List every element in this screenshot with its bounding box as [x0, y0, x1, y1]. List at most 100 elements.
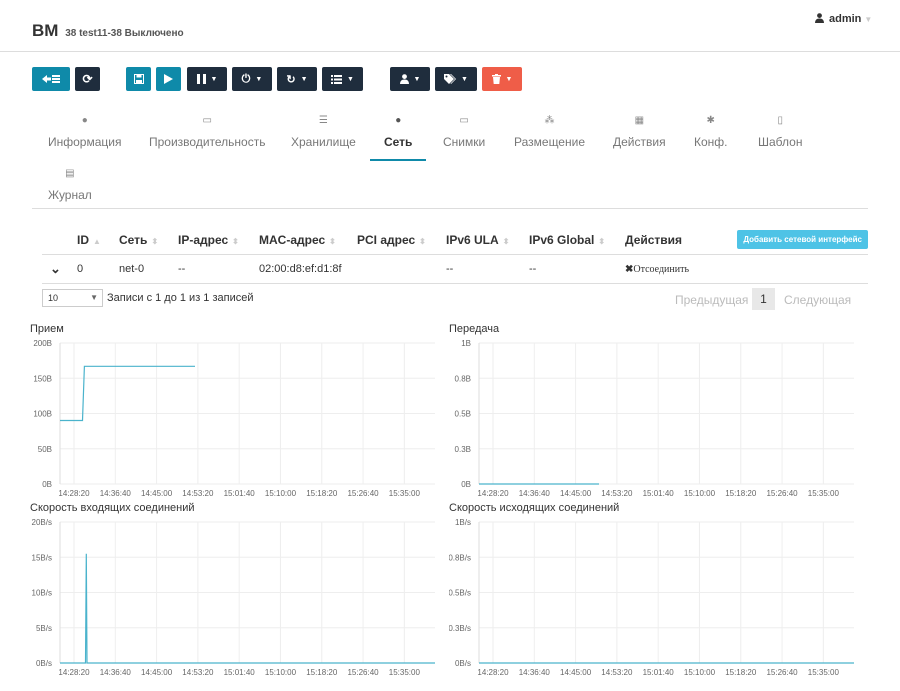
tab-label: Журнал [48, 188, 92, 202]
tab-label: Размещение [514, 135, 585, 149]
x-tick-label: 15:35:00 [389, 489, 421, 498]
col-ip[interactable]: IP-адрес ⬍ [178, 226, 259, 254]
sort-icon: ⬍ [232, 236, 239, 246]
sitemap-icon: ⁂ [544, 115, 555, 126]
col-ipv6-global[interactable]: IPv6 Global ⬍ [529, 226, 625, 254]
tab-info[interactable]: ● Информация [48, 115, 121, 149]
x-tick-label: 14:36:40 [519, 668, 551, 677]
x-tick-label: 14:28:20 [58, 668, 90, 677]
list-menu-button[interactable]: ▼ [322, 67, 363, 91]
chart-title: Прием [30, 323, 64, 335]
pause-icon [196, 74, 206, 84]
page-number[interactable]: 1 [752, 288, 775, 310]
x-tick-label: 14:36:40 [100, 668, 132, 677]
tab-performance[interactable]: ▭ Производительность [149, 115, 265, 149]
col-network[interactable]: Сеть ⬍ [119, 226, 178, 254]
table-row[interactable]: ⌄ 0 net-0 -- 02:00:d8:ef:d1:8f -- -- ✖От… [42, 253, 868, 284]
chart-rx-rate-plot: 0B/s 5B/s 10B/s 15B/s 20B/s 14:28:20 14:36:40 1… [32, 518, 435, 677]
tab-log[interactable]: ▤ Журнал [48, 168, 92, 202]
x-tick-label: 15:01:40 [224, 668, 256, 677]
cell-ip: -- [178, 253, 259, 284]
redo-icon: ↻ [286, 73, 296, 86]
chevron-down-icon: ▼ [413, 75, 421, 83]
y-tick-label: 5B/s [36, 624, 52, 633]
list-back-icon [42, 75, 60, 83]
cell-network: net-0 [119, 253, 178, 284]
expand-cell[interactable]: ⌄ [42, 253, 77, 284]
tags-menu-button[interactable]: ▼ [435, 67, 477, 91]
detach-button[interactable]: ✖Отсоединить [625, 264, 689, 275]
sort-icon: ⬍ [151, 236, 159, 246]
info-icon: ● [81, 115, 88, 126]
y-tick-label: 0B/s [36, 659, 52, 668]
chart-title: Скорость исходящих соединений [449, 502, 620, 514]
chart-title: Скорость входящих соединений [30, 502, 195, 514]
power-menu-button[interactable]: ⏻ ▼ [232, 67, 272, 91]
y-tick-label: 20B/s [32, 518, 52, 527]
user-icon [815, 13, 824, 23]
pause-menu-button[interactable]: ▼ [187, 67, 227, 91]
delete-menu-button[interactable]: ▼ [482, 67, 522, 91]
chevron-down-icon: ▼ [864, 15, 873, 24]
add-nic-button[interactable]: Добавить сетевой интерфейс [737, 230, 868, 250]
cell-id: 0 [77, 253, 119, 284]
col-id[interactable]: ID ▲ [77, 226, 119, 254]
tab-snapshots[interactable]: ▭ Снимки [443, 115, 485, 149]
prev-page-link[interactable]: Предыдущая [675, 293, 748, 307]
y-tick-label: 0B/s [455, 659, 471, 668]
tab-template[interactable]: ▯ Шаблон [758, 115, 802, 149]
page-size-value: 10 [48, 293, 59, 303]
tab-actions[interactable]: ▦ Действия [613, 115, 666, 149]
tab-conf[interactable]: ✱ Конф. [694, 115, 728, 149]
play-button[interactable] [156, 67, 181, 91]
save-button[interactable] [126, 67, 151, 91]
x-tick-label: 15:18:20 [306, 668, 338, 677]
tab-network[interactable]: ● Сеть [369, 115, 428, 161]
x-tick-label: 15:26:40 [766, 668, 798, 677]
x-tick-label: 14:53:20 [601, 668, 633, 677]
y-tick-label: 10B/s [32, 589, 52, 598]
chevron-down-icon: ▼ [461, 75, 468, 83]
tab-label: Снимки [443, 135, 486, 149]
y-tick-label: 200B [33, 339, 52, 348]
chevron-down-icon[interactable]: ⌄ [50, 261, 61, 276]
nics-table: ID ▲ Сеть ⬍ IP-адрес ⬍ MAC-адрес ⬍ PCI адрес… [42, 226, 868, 284]
tags-icon [444, 74, 457, 84]
col-ipv6-ula[interactable]: IPv6 ULA ⬍ [446, 226, 529, 254]
x-tick-label: 15:10:00 [684, 668, 716, 677]
x-tick-label: 15:35:00 [389, 668, 421, 677]
tab-storage[interactable]: ☰ Хранилище [291, 115, 356, 149]
page-size-select[interactable]: 10 ▼ [42, 289, 103, 307]
storage-icon: ☰ [318, 115, 328, 126]
col-actions: Действия [625, 232, 683, 247]
x-tick-label: 14:53:20 [601, 489, 633, 498]
globe-icon: ● [395, 115, 402, 126]
sort-icon: ▲ [93, 236, 101, 246]
cell-ipv6-ula: -- [446, 253, 529, 284]
tab-placement[interactable]: ⁂ Размещение [514, 115, 585, 149]
cog-icon: ✱ [706, 115, 715, 126]
x-tick-label: 14:45:00 [560, 489, 592, 498]
back-to-list-button[interactable] [32, 67, 70, 91]
y-tick-label: 0.5B/s [449, 589, 471, 598]
col-pci[interactable]: PCI адрес ⬍ [357, 226, 446, 254]
cell-mac: 02:00:d8:ef:d1:8f [259, 253, 357, 284]
chevron-down-icon: ▼ [90, 293, 98, 302]
x-tick-label: 15:01:40 [224, 489, 256, 498]
sort-icon: ⬍ [329, 236, 336, 246]
chart-tx: Передача 0B 0.3B 0.5B 0.8B 1B 14:28:20 14:36:4… [449, 323, 859, 499]
user-menu[interactable]: admin ▼ [815, 13, 872, 25]
refresh-button[interactable]: ⟳ [75, 67, 100, 91]
reboot-menu-button[interactable]: ↻ ▼ [277, 67, 317, 91]
user-menu-button[interactable]: ▼ [390, 67, 430, 91]
table-header-row: ID ▲ Сеть ⬍ IP-адрес ⬍ MAC-адрес ⬍ PCI адрес… [42, 226, 868, 254]
x-tick-label: 14:36:40 [100, 489, 132, 498]
y-tick-label: 100B [33, 410, 52, 419]
x-tick-label: 15:26:40 [347, 489, 379, 498]
chevron-down-icon: ▼ [255, 75, 263, 83]
x-tick-label: 15:18:20 [725, 489, 757, 498]
sort-icon: ⬍ [598, 236, 606, 246]
next-page-link[interactable]: Следующая [784, 293, 851, 307]
col-mac[interactable]: MAC-адрес ⬍ [259, 226, 357, 254]
sort-icon: ⬍ [502, 236, 510, 246]
